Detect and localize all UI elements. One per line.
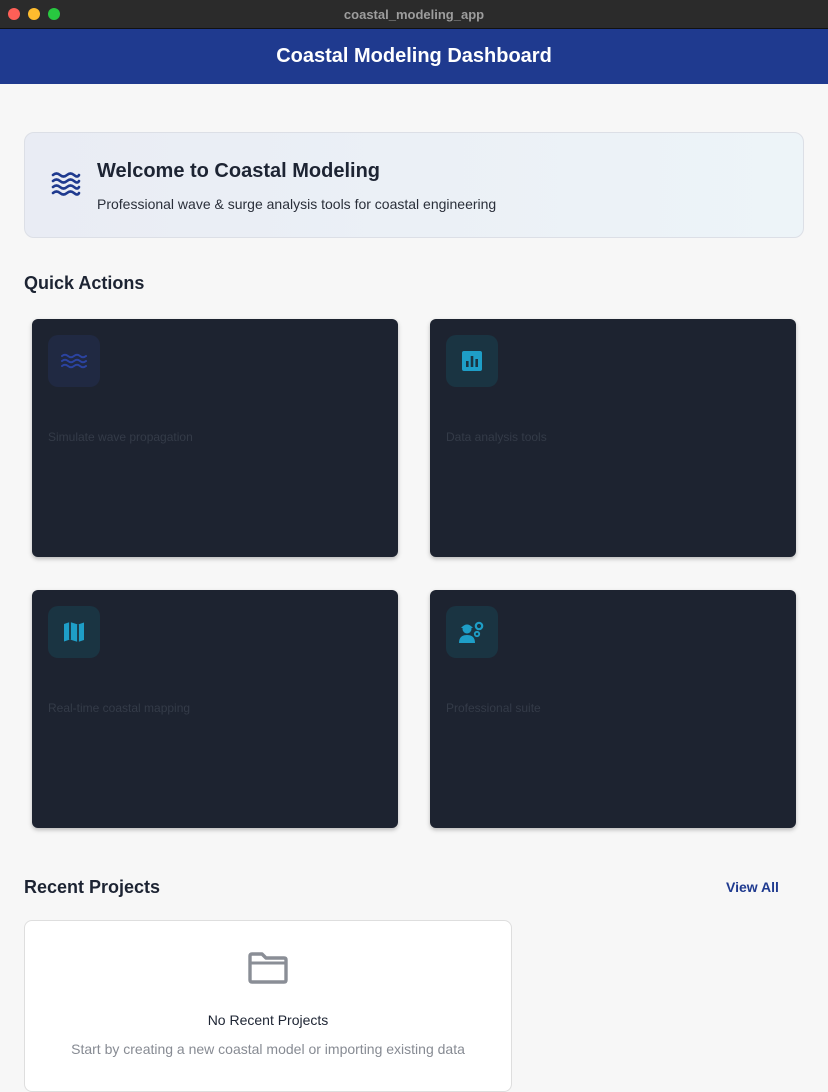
engineering-icon	[446, 606, 498, 658]
recent-projects-heading: Recent Projects	[24, 877, 161, 897]
waves-icon	[51, 171, 81, 202]
empty-state-title: No Recent Projects	[207, 1012, 329, 1028]
folder-icon	[247, 951, 289, 990]
quick-action-data-analysis[interactable]: Data analysis tools	[430, 319, 796, 557]
map-icon	[48, 606, 100, 658]
quick-action-wave-simulation[interactable]: Simulate wave propagation	[32, 319, 398, 557]
window-title: coastal_modeling_app	[343, 7, 485, 22]
quick-actions-heading: Quick Actions	[24, 273, 145, 293]
quick-action-description: Simulate wave propagation	[48, 430, 193, 444]
quick-action-professional-suite[interactable]: Professional suite	[430, 590, 796, 828]
waves-icon	[48, 335, 100, 387]
empty-state-subtitle: Start by creating a new coastal model or…	[71, 1041, 465, 1057]
recent-projects-empty-state: No Recent Projects Start by creating a n…	[24, 920, 512, 1092]
app-bar-title: Coastal Modeling Dashboard	[276, 45, 552, 67]
window-titlebar: coastal_modeling_app	[0, 0, 828, 29]
quick-action-description: Data analysis tools	[446, 430, 547, 444]
view-all-link[interactable]: View All	[726, 879, 779, 895]
app-bar: Coastal Modeling Dashboard	[0, 29, 828, 84]
welcome-subtitle: Professional wave & surge analysis tools…	[97, 196, 497, 212]
analytics-icon	[446, 335, 498, 387]
quick-action-description: Professional suite	[446, 701, 541, 715]
welcome-banner: Welcome to Coastal Modeling Professional…	[24, 132, 804, 238]
quick-action-description: Real-time coastal mapping	[48, 701, 191, 715]
welcome-title: Welcome to Coastal Modeling	[97, 160, 380, 182]
quick-action-coastal-mapping[interactable]: Real-time coastal mapping	[32, 590, 398, 828]
